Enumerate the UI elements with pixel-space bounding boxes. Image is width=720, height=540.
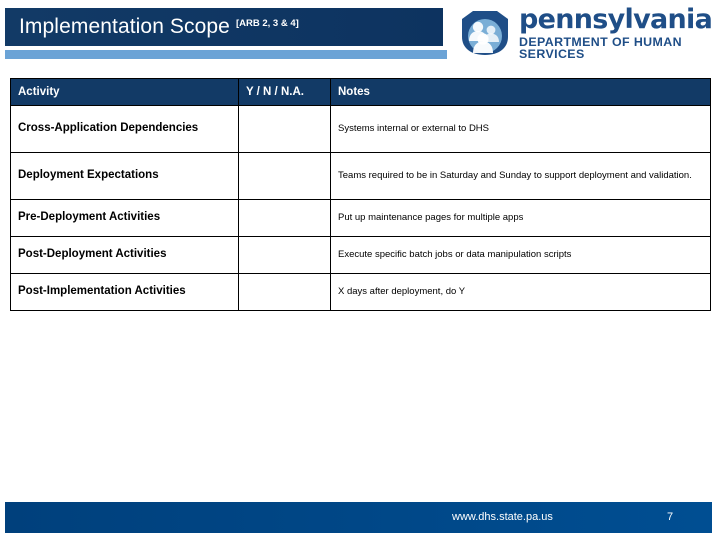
cell-activity: Pre-Deployment Activities (10, 199, 239, 237)
cell-notes: Teams required to be in Saturday and Sun… (330, 152, 711, 200)
cell-yn[interactable] (238, 199, 331, 237)
table-row: Pre-Deployment Activities Put up mainten… (10, 199, 711, 237)
pennsylvania-dhs-logo: pennsylvania DEPARTMENT OF HUMAN SERVICE… (458, 6, 713, 60)
logo-subtitle: DEPARTMENT OF HUMAN SERVICES (519, 34, 682, 61)
footer-url[interactable]: www.dhs.state.pa.us (452, 511, 553, 523)
cell-yn[interactable] (238, 273, 331, 311)
cell-activity: Cross-Application Dependencies (10, 105, 239, 153)
logo-wordmark: pennsylvania DEPARTMENT OF HUMAN SERVICE… (519, 3, 713, 61)
cell-notes: Put up maintenance pages for multiple ap… (330, 199, 711, 237)
column-header-notes: Notes (330, 78, 711, 106)
table-header-row: Activity Y / N / N.A. Notes (10, 78, 711, 106)
table-row: Deployment Expectations Teams required t… (10, 152, 711, 200)
cell-yn[interactable] (238, 236, 331, 274)
cell-yn[interactable] (238, 105, 331, 153)
title-accent-bar (5, 50, 447, 59)
footer-page-number: 7 (667, 511, 674, 523)
cell-notes: Systems internal or external to DHS (330, 105, 711, 153)
cell-yn[interactable] (238, 152, 331, 200)
cell-activity: Post-Implementation Activities (10, 273, 239, 311)
column-header-yn: Y / N / N.A. (238, 78, 331, 106)
column-header-activity: Activity (10, 78, 239, 106)
cell-notes: Execute specific batch jobs or data mani… (330, 236, 711, 274)
cell-activity: Deployment Expectations (10, 152, 239, 200)
footer-bar (5, 502, 712, 533)
page-title: Implementation Scope (19, 15, 230, 38)
table-row: Post-Implementation Activities X days af… (10, 273, 711, 311)
slide-title-banner: Implementation Scope [ARB 2, 3 & 4] (5, 8, 443, 46)
implementation-scope-table: Activity Y / N / N.A. Notes Cross-Applic… (10, 78, 711, 311)
pennsylvania-keystone-dhs-icon (462, 11, 508, 55)
page-title-superscript: [ARB 2, 3 & 4] (235, 17, 299, 29)
table-row: Cross-Application Dependencies Systems i… (10, 105, 711, 153)
cell-activity: Post-Deployment Activities (10, 236, 239, 274)
table-row: Post-Deployment Activities Execute speci… (10, 236, 711, 274)
cell-notes: X days after deployment, do Y (330, 273, 711, 311)
logo-name: pennsylvania (519, 3, 713, 35)
